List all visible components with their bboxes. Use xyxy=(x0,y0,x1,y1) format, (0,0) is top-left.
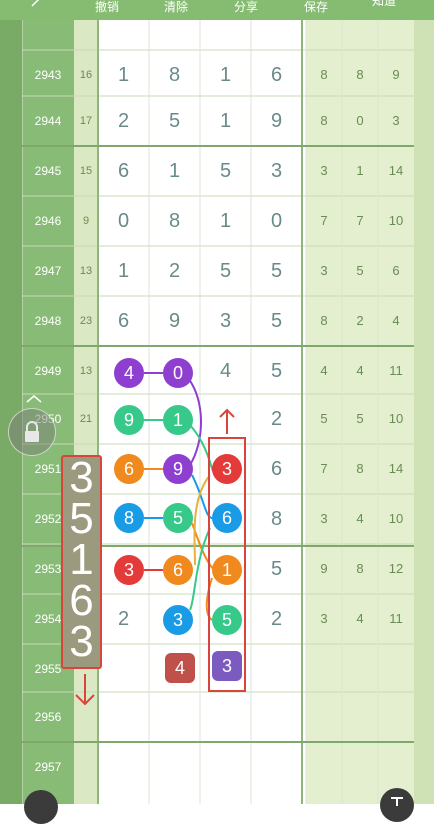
chevron-up-icon[interactable] xyxy=(24,392,44,404)
highlight-box-right xyxy=(208,437,246,692)
big-digit: 6 xyxy=(69,576,94,625)
number-ball[interactable]: 9 xyxy=(163,454,193,484)
number-ball[interactable]: 5 xyxy=(163,503,193,533)
bottom-left-tool-button[interactable] xyxy=(24,790,58,824)
down-arrow-icon xyxy=(75,674,95,706)
up-arrow-icon xyxy=(219,408,235,434)
number-ball[interactable]: 0 xyxy=(163,358,193,388)
number-ball[interactable]: 3 xyxy=(163,605,193,635)
number-ball[interactable]: 4 xyxy=(165,653,195,683)
lock-button[interactable] xyxy=(8,408,56,456)
text-tool-button[interactable] xyxy=(380,788,414,822)
highlight-digit-column: 3 5 1 6 3 xyxy=(61,455,102,669)
number-ball[interactable]: 9 xyxy=(114,405,144,435)
number-ball[interactable]: 6 xyxy=(114,454,144,484)
number-ball[interactable]: 6 xyxy=(163,555,193,585)
big-digit: 1 xyxy=(69,535,94,584)
big-digit: 3 xyxy=(69,617,94,666)
number-ball[interactable]: 8 xyxy=(114,503,144,533)
big-digit: 3 xyxy=(69,453,94,502)
text-t-icon xyxy=(391,797,403,806)
big-digit: 5 xyxy=(69,494,94,543)
number-ball[interactable]: 4 xyxy=(114,358,144,388)
lock-icon xyxy=(25,421,39,442)
number-ball[interactable]: 1 xyxy=(163,405,193,435)
number-ball[interactable]: 3 xyxy=(114,555,144,585)
